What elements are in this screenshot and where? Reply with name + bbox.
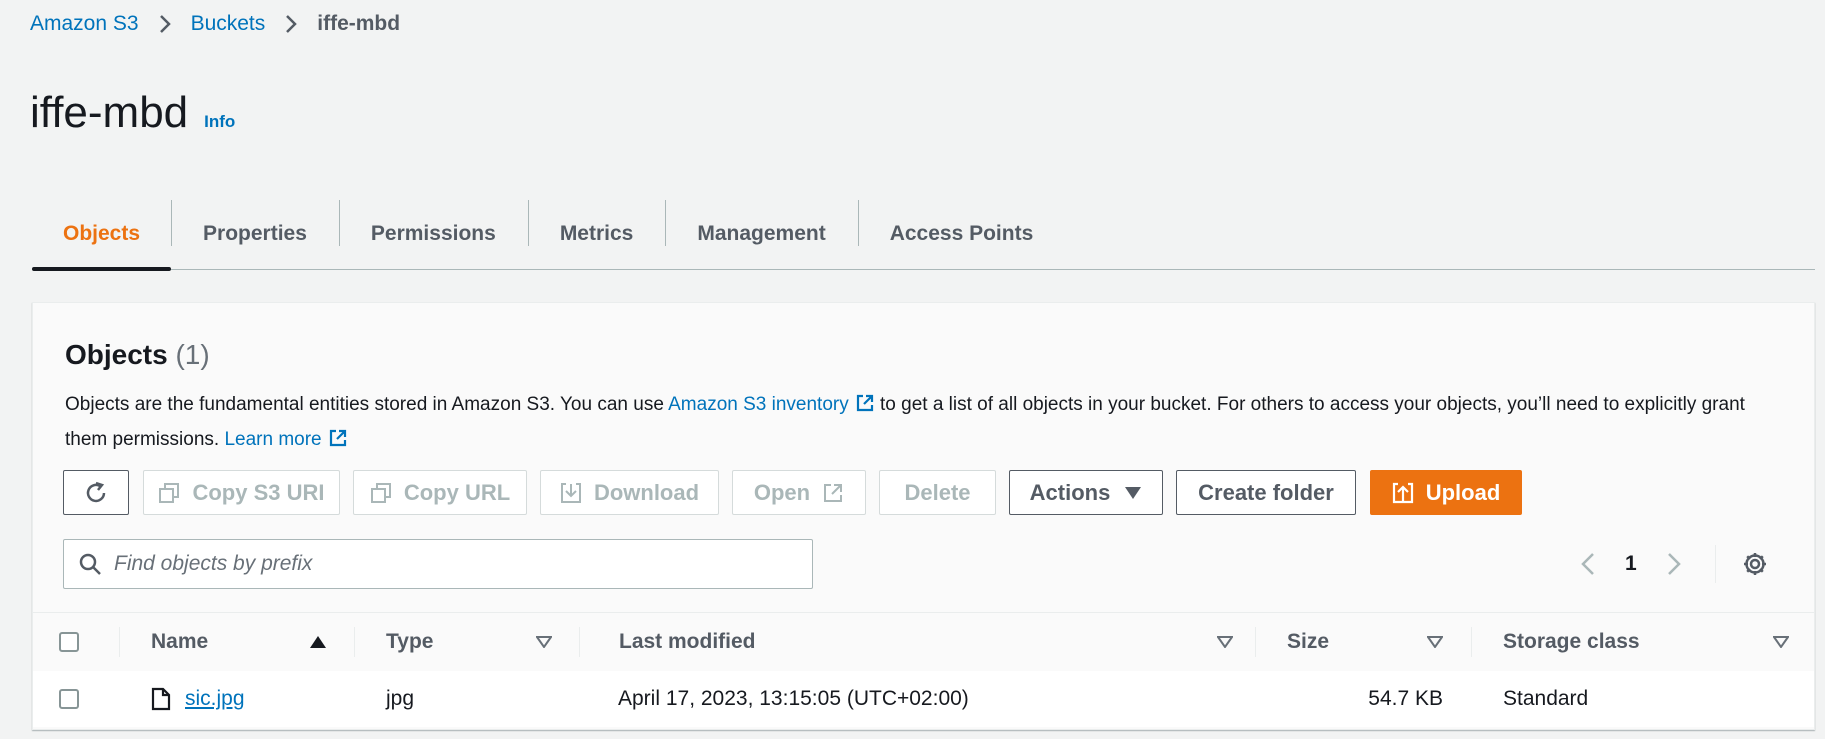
row-checkbox[interactable] <box>59 689 79 709</box>
object-name-link[interactable]: sic.jpg <box>185 687 245 711</box>
delete-label: Delete <box>904 479 971 505</box>
tab-properties[interactable]: Properties <box>171 198 339 269</box>
actions-dropdown[interactable]: Actions <box>1009 470 1163 515</box>
search-icon <box>64 552 112 576</box>
description-text-1: Objects are the fundamental entities sto… <box>65 394 669 415</box>
column-header-type-label: Type <box>386 630 434 653</box>
delete-button[interactable]: Delete <box>879 470 996 515</box>
tab-permissions[interactable]: Permissions <box>338 198 528 269</box>
column-divider <box>1255 627 1256 657</box>
caret-down-icon <box>1124 486 1142 500</box>
sort-descending-icon <box>536 636 552 648</box>
cell-last-modified: April 17, 2023, 13:15:05 (UTC+02:00) <box>618 687 969 710</box>
upload-icon <box>1392 482 1426 504</box>
copy-icon <box>370 482 404 504</box>
sort-descending-icon <box>1217 636 1233 648</box>
copy-icon <box>158 482 192 504</box>
pagination: 1 <box>1581 542 1768 586</box>
external-link-icon <box>822 482 844 504</box>
column-header-last-modified-label: Last modified <box>619 630 756 653</box>
table-header: Name Type Last modified Size Storage cla… <box>33 612 1814 672</box>
actions-label: Actions <box>1029 479 1111 505</box>
column-divider <box>579 627 580 657</box>
breadcrumb: Amazon S3 Buckets iffe-mbd <box>30 12 400 36</box>
info-link[interactable]: Info <box>204 112 235 132</box>
objects-title: Objects <box>65 339 168 370</box>
objects-panel: Objects (1) Objects are the fundamental … <box>32 302 1815 730</box>
open-label: Open <box>753 479 811 505</box>
column-divider <box>1471 627 1472 657</box>
column-header-storage-class-label: Storage class <box>1503 630 1640 653</box>
page-number[interactable]: 1 <box>1625 552 1637 576</box>
tab-objects[interactable]: Objects <box>32 198 172 271</box>
copy-s3-uri-label: Copy S3 URI <box>192 479 325 505</box>
download-button[interactable]: Download <box>540 470 719 515</box>
column-divider <box>119 627 120 657</box>
objects-heading: Objects (1) <box>65 339 210 371</box>
download-icon <box>560 482 594 504</box>
pager-divider <box>1714 545 1716 583</box>
column-divider <box>354 627 355 657</box>
file-icon <box>151 687 171 711</box>
upload-label: Upload <box>1425 479 1501 505</box>
chevron-right-icon <box>159 14 171 34</box>
chevron-left-icon[interactable] <box>1581 552 1595 576</box>
select-all-checkbox[interactable] <box>59 632 79 652</box>
breadcrumb-current: iffe-mbd <box>317 12 401 35</box>
table-row: sic.jpg jpg April 17, 2023, 13:15:05 (UT… <box>33 671 1814 727</box>
external-link-icon <box>855 392 875 424</box>
cell-storage-class: Standard <box>1503 687 1589 710</box>
column-header-storage-class[interactable]: Storage class <box>1503 613 1803 671</box>
sort-descending-icon <box>1427 636 1443 648</box>
learn-more-link-label: Learn more <box>224 429 322 450</box>
create-folder-label: Create folder <box>1198 479 1334 505</box>
row-select-cell <box>59 671 99 727</box>
page-title: iffe-mbd <box>30 88 189 137</box>
search-box <box>63 539 813 589</box>
download-label: Download <box>593 479 700 505</box>
column-header-size[interactable]: Size <box>1287 613 1457 671</box>
column-header-size-label: Size <box>1287 630 1330 653</box>
cell-type: jpg <box>386 687 415 710</box>
external-link-icon <box>328 427 348 459</box>
create-folder-button[interactable]: Create folder <box>1176 470 1356 515</box>
tab-access-points[interactable]: Access Points <box>857 198 1066 269</box>
s3-inventory-link[interactable]: Amazon S3 inventory <box>668 394 875 415</box>
breadcrumb-amazon-s3[interactable]: Amazon S3 <box>30 12 139 36</box>
cell-size: 54.7 KB <box>1368 687 1443 710</box>
gear-icon[interactable] <box>1742 551 1768 577</box>
open-button[interactable]: Open <box>732 470 866 515</box>
page-header: iffe-mbd Info <box>30 88 235 138</box>
tab-bar: Objects Properties Permissions Metrics M… <box>32 198 1815 271</box>
chevron-right-icon <box>285 14 298 34</box>
sort-ascending-icon <box>309 635 327 649</box>
refresh-icon <box>83 480 109 506</box>
chevron-right-icon[interactable] <box>1667 552 1681 576</box>
column-header-name[interactable]: Name <box>151 613 341 671</box>
sort-descending-icon <box>1773 636 1789 648</box>
objects-description: Objects are the fundamental entities sto… <box>65 389 1765 459</box>
upload-button[interactable]: Upload <box>1370 470 1522 515</box>
column-header-type[interactable]: Type <box>386 613 566 671</box>
copy-url-label: Copy URL <box>403 479 511 505</box>
cell-name: sic.jpg <box>151 671 351 727</box>
objects-count: (1) <box>175 339 210 370</box>
s3-inventory-link-label: Amazon S3 inventory <box>668 394 849 415</box>
tab-management[interactable]: Management <box>665 198 857 269</box>
breadcrumb-buckets[interactable]: Buckets <box>191 12 266 36</box>
copy-s3-uri-button[interactable]: Copy S3 URI <box>143 470 340 515</box>
learn-more-link[interactable]: Learn more <box>224 429 347 450</box>
column-header-last-modified[interactable]: Last modified <box>619 613 1247 671</box>
search-input[interactable] <box>112 551 776 577</box>
select-all-cell <box>59 613 99 671</box>
refresh-button[interactable] <box>63 470 129 515</box>
tab-metrics[interactable]: Metrics <box>527 198 666 269</box>
column-header-name-label: Name <box>151 630 209 653</box>
copy-url-button[interactable]: Copy URL <box>353 470 527 515</box>
